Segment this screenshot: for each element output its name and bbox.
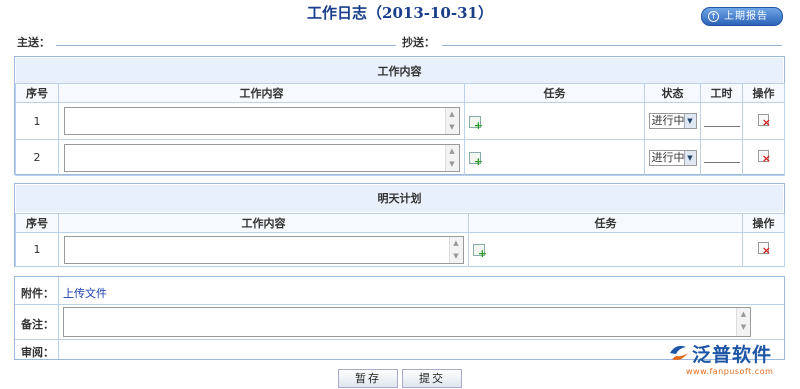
work-section-title: 工作内容 xyxy=(16,58,783,85)
col-content: 工作内容 xyxy=(58,213,469,233)
row-number: 1 xyxy=(15,232,59,267)
col-content: 工作内容 xyxy=(58,83,465,103)
watermark: 泛普软件 www.fanpusoft.com xyxy=(668,340,773,376)
table-row: 1 ▲ ▼ xyxy=(15,232,785,267)
table-row: 1 ▲▼ 进行中▼ xyxy=(15,102,785,140)
col-task: 任务 xyxy=(468,213,743,233)
attachment-label: 附件： xyxy=(21,287,54,300)
to-input[interactable] xyxy=(56,45,396,46)
save-draft-button[interactable]: 暂存 xyxy=(338,369,398,388)
work-table: 序号 工作内容 任务 状态 工时 操作 1 ▲▼ 进行中▼ 2 ▲▼ 进行中▼ xyxy=(15,83,785,176)
to-label: 主送： xyxy=(17,36,50,49)
submit-button[interactable]: 提交 xyxy=(402,369,462,388)
scrollbar[interactable]: ▲ ▼ xyxy=(736,308,750,336)
scrollbar[interactable]: ▲ ▼ xyxy=(444,108,459,134)
col-no: 序号 xyxy=(15,213,59,233)
cc-input[interactable] xyxy=(442,45,782,46)
chevron-down-icon: ▼ xyxy=(683,114,696,128)
work-content-input[interactable]: ▲ ▼ xyxy=(63,143,460,172)
delete-icon[interactable] xyxy=(758,242,771,257)
chevron-down-icon: ▼ xyxy=(683,150,696,165)
hours-input[interactable] xyxy=(703,113,740,127)
remarks-input[interactable]: ▲ ▼ xyxy=(63,307,751,337)
status-select[interactable]: 进行中 ▼ xyxy=(648,149,697,166)
work-table-header: 序号 工作内容 任务 状态 工时 操作 xyxy=(15,83,785,103)
plan-content-input[interactable]: ▲ ▼ xyxy=(63,235,464,264)
col-task: 任务 xyxy=(464,83,645,103)
add-task-icon[interactable] xyxy=(469,152,483,168)
work-section: 工作内容 序号 工作内容 任务 状态 工时 操作 1 ▲▼ 进行中▼ 2 ▲▼ … xyxy=(14,56,785,176)
row-number: 2 xyxy=(15,139,59,176)
col-action: 操作 xyxy=(742,83,785,103)
work-content-input[interactable]: ▲ ▼ xyxy=(63,107,460,135)
row-number: 1 xyxy=(15,102,59,140)
remarks-label: 备注： xyxy=(21,318,54,331)
col-no: 序号 xyxy=(15,83,59,103)
watermark-url: www.fanpusoft.com xyxy=(686,367,774,376)
previous-report-label: 上期报告 xyxy=(724,11,768,22)
plan-table-header: 序号 工作内容 任务 操作 xyxy=(15,213,785,233)
status-select[interactable]: 进行中 ▼ xyxy=(648,113,697,129)
scrollbar[interactable]: ▲ ▼ xyxy=(444,144,459,171)
cc-label: 抄送： xyxy=(402,36,435,49)
col-status: 状态 xyxy=(644,83,701,103)
scrollbar[interactable]: ▲ ▼ xyxy=(448,236,463,263)
plan-section: 明天计划 序号 工作内容 任务 操作 1 ▲ ▼ xyxy=(14,183,785,267)
upload-file-link[interactable]: 上传文件 xyxy=(63,285,107,301)
col-action: 操作 xyxy=(742,213,785,233)
previous-report-button[interactable]: ↑ 上期报告 xyxy=(701,7,783,26)
table-row: 2 ▲▼ 进行中▼ xyxy=(15,139,785,176)
fanpu-logo-icon xyxy=(670,345,688,361)
add-task-icon[interactable] xyxy=(473,244,487,260)
hours-input[interactable] xyxy=(703,149,740,163)
plan-section-title: 明天计划 xyxy=(16,185,783,212)
watermark-brand: 泛普软件 xyxy=(692,344,773,366)
arrow-up-icon: ↑ xyxy=(708,11,719,22)
page-title: 工作日志（2013-10-31） xyxy=(307,4,493,22)
delete-icon[interactable] xyxy=(758,150,771,165)
col-hours: 工时 xyxy=(700,83,743,103)
plan-table: 序号 工作内容 任务 操作 1 ▲ ▼ xyxy=(15,213,785,267)
add-task-icon[interactable] xyxy=(469,115,483,132)
delete-icon[interactable] xyxy=(758,113,771,129)
review-label: 审阅： xyxy=(21,346,54,359)
